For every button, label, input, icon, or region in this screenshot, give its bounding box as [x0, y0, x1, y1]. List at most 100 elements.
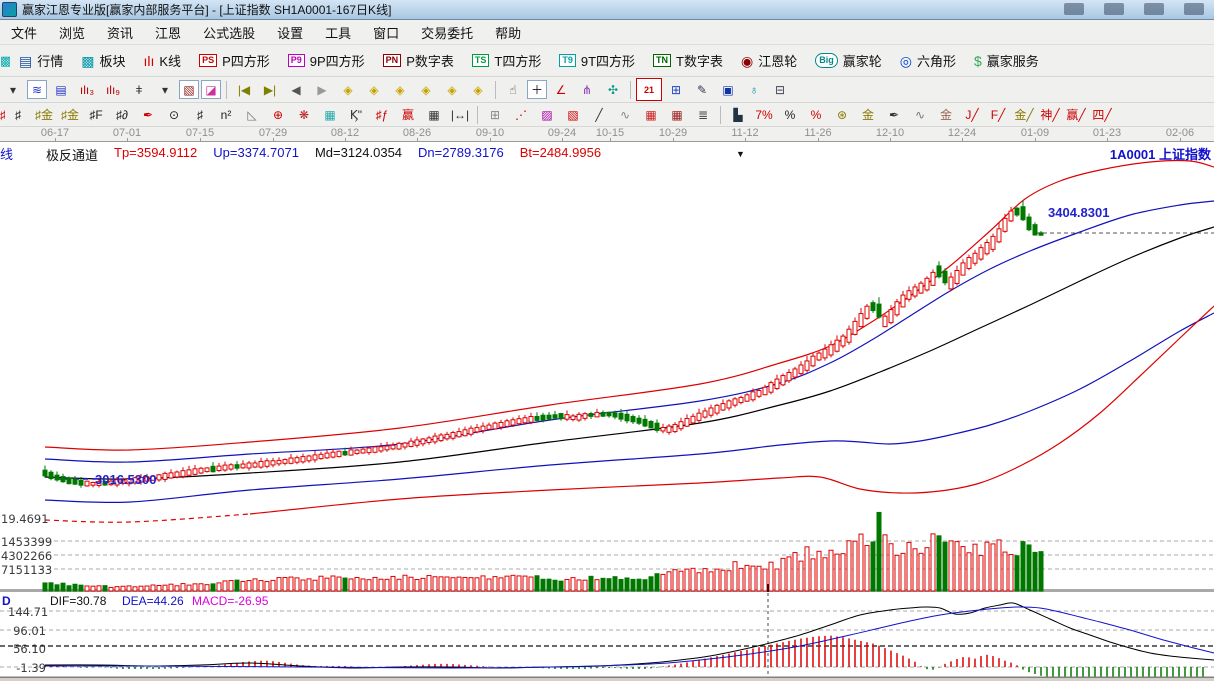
info-doc-icon[interactable]: ▤	[49, 80, 73, 99]
angle-ruler-icon[interactable]: ◺	[240, 105, 264, 124]
gann-panel-icon[interactable]: ▧	[179, 80, 199, 99]
toolbar-sectors-button[interactable]: ▩ 板块	[72, 48, 134, 74]
percent-icon[interactable]: %	[778, 105, 802, 124]
position-marker-icon[interactable]: ▼	[736, 149, 745, 159]
blue-steps-icon[interactable]: ▙	[726, 105, 750, 124]
zigzag-icon[interactable]: ∿	[613, 105, 637, 124]
trend-view-icon[interactable]: ≋	[27, 80, 47, 99]
angle-measure-icon[interactable]: ∠	[549, 80, 573, 99]
diamond-left-icon[interactable]: ◈	[362, 80, 386, 99]
menu-浏览[interactable]: 浏览	[48, 20, 96, 45]
toolbar-kline-button[interactable]: ılı K线	[135, 48, 191, 74]
toolbar-p-square-button[interactable]: PS P四方形	[190, 48, 279, 74]
grid-web-icon[interactable]: ▦	[318, 105, 342, 124]
target-icon[interactable]: ⊕	[266, 105, 290, 124]
color-chart-icon[interactable]: ◪	[201, 80, 221, 99]
web-update-icon[interactable]: ♁	[742, 80, 766, 99]
bars-3-icon[interactable]: ılı₃	[75, 80, 99, 99]
candle-caret-icon[interactable]: ▾	[153, 80, 177, 99]
gold-lines-icon[interactable]: 金	[856, 105, 880, 124]
calculator-icon[interactable]: ⊞	[664, 80, 688, 99]
menu-资讯[interactable]: 资讯	[96, 20, 144, 45]
gold-comb-2-icon[interactable]: ♯金	[58, 105, 82, 124]
crosshair-tool-icon[interactable]: ＋	[527, 80, 547, 99]
wave-channel-icon[interactable]: ∿	[908, 105, 932, 124]
square-frame-icon[interactable]: ⊞	[483, 105, 507, 124]
window-button-4[interactable]	[1184, 3, 1204, 15]
pattern-tool-icon[interactable]: ✣	[601, 80, 625, 99]
f-angle-icon[interactable]: F╱	[986, 105, 1010, 124]
comb-plain-icon[interactable]: ♯	[188, 105, 212, 124]
menu-帮助[interactable]: 帮助	[484, 20, 532, 45]
menu-交易委托[interactable]: 交易委托	[410, 20, 484, 45]
print-icon[interactable]: ⊟	[768, 80, 792, 99]
diamond-right-icon[interactable]: ◈	[336, 80, 360, 99]
spiral-comb-icon[interactable]: ♯∂	[110, 105, 134, 124]
diamond-expand-icon[interactable]: ◈	[466, 80, 490, 99]
fan-box-red-icon[interactable]: ▧	[561, 105, 585, 124]
menu-公式选股[interactable]: 公式选股	[192, 20, 266, 45]
grid-123-icon[interactable]: ▦	[422, 105, 446, 124]
candle-style-icon[interactable]: ǂ	[127, 80, 151, 99]
toolbar-p-number-table-button[interactable]: PN P数字表	[374, 48, 463, 74]
toolbar-t-square-button[interactable]: TS T四方形	[463, 48, 550, 74]
notebook-icon[interactable]: ✎	[690, 80, 714, 99]
menu-江恩[interactable]: 江恩	[144, 20, 192, 45]
gold-circle-icon[interactable]: ⊛	[830, 105, 854, 124]
time-circle-icon[interactable]: ⊙	[162, 105, 186, 124]
toolbar-winner-wheel-button[interactable]: Big 赢家轮	[806, 48, 891, 74]
diamond-plus-icon[interactable]: ◈	[414, 80, 438, 99]
toolbar-9p-square-button[interactable]: P9 9P四方形	[279, 48, 374, 74]
menu-设置[interactable]: 设置	[266, 20, 314, 45]
bars-9-icon[interactable]: ılı₉	[101, 80, 125, 99]
grid-red-icon[interactable]: ▦	[639, 105, 663, 124]
k-quote-icon[interactable]: Ϗ"	[344, 105, 368, 124]
win-comb-icon[interactable]: 赢	[396, 105, 420, 124]
dropdown-caret-icon[interactable]: ▾	[1, 80, 25, 99]
last-bar-icon[interactable]: ▶|	[258, 80, 282, 99]
red-web-icon[interactable]: ❋	[292, 105, 316, 124]
gold-underline-icon[interactable]: 金	[934, 105, 958, 124]
menu-工具[interactable]: 工具	[314, 20, 362, 45]
toolbar-t-number-table-button[interactable]: TN T数字表	[644, 48, 732, 74]
rocket-pen-icon[interactable]: ✒	[136, 105, 160, 124]
gold-comb-1-icon[interactable]: ♯金	[32, 105, 56, 124]
red-fan-icon[interactable]: ⋰	[509, 105, 533, 124]
four-angle-icon[interactable]: 四╱	[1090, 105, 1114, 124]
width-arrows-icon[interactable]: |↔|	[448, 105, 472, 124]
prev-icon[interactable]: ◀	[284, 80, 308, 99]
toolbar-gann-wheel-button[interactable]: ◉ 江恩轮	[732, 48, 806, 74]
calendar-icon[interactable]: 21	[636, 78, 662, 101]
trend-lines-icon[interactable]: ╱	[587, 105, 611, 124]
seven-percent-icon[interactable]: 7%	[752, 105, 776, 124]
f-red-comb-icon[interactable]: ♯ƒ	[370, 105, 394, 124]
window-button-2[interactable]	[1104, 3, 1124, 15]
window-button-3[interactable]	[1144, 3, 1164, 15]
j-angle-icon[interactable]: J╱	[960, 105, 984, 124]
fan-box-icon[interactable]: ▨	[535, 105, 559, 124]
toolbar-9t-square-button[interactable]: T9 9T四方形	[550, 48, 644, 74]
toolbar-winner-service-button[interactable]: $ 赢家服务	[965, 48, 1048, 74]
brush-pen-icon[interactable]: ✒	[882, 105, 906, 124]
diamond-both-icon[interactable]: ◈	[388, 80, 412, 99]
multi-line-icon[interactable]: ≣	[691, 105, 715, 124]
hand-tool-icon[interactable]: ☝	[501, 80, 525, 99]
percent-lines-icon[interactable]: %	[804, 105, 828, 124]
shen-angle-icon[interactable]: 神╱	[1038, 105, 1062, 124]
window-button-1[interactable]	[1064, 3, 1084, 15]
first-bar-icon[interactable]: |◀	[232, 80, 256, 99]
menu-窗口[interactable]: 窗口	[362, 20, 410, 45]
toolbar-hexagon-button[interactable]: ◎ 六角形	[891, 48, 965, 74]
save-icon[interactable]: ▣	[716, 80, 740, 99]
toolbar-quotes-button[interactable]: ▤ 行情	[10, 48, 72, 74]
diamond-star-icon[interactable]: ◈	[440, 80, 464, 99]
menu-文件[interactable]: 文件	[0, 20, 48, 45]
f-comb-icon[interactable]: ♯F	[84, 105, 108, 124]
win-angle-icon[interactable]: 赢╱	[1064, 105, 1088, 124]
n-squared-icon[interactable]: n²	[214, 105, 238, 124]
gold-angle-icon[interactable]: 金╱	[1012, 105, 1036, 124]
gann-comb-icon[interactable]: ♯	[6, 105, 30, 124]
grid-red2-icon[interactable]: ▦	[665, 105, 689, 124]
next-icon[interactable]: ▶	[310, 80, 334, 99]
clamp-tool-icon[interactable]: ⋔	[575, 80, 599, 99]
